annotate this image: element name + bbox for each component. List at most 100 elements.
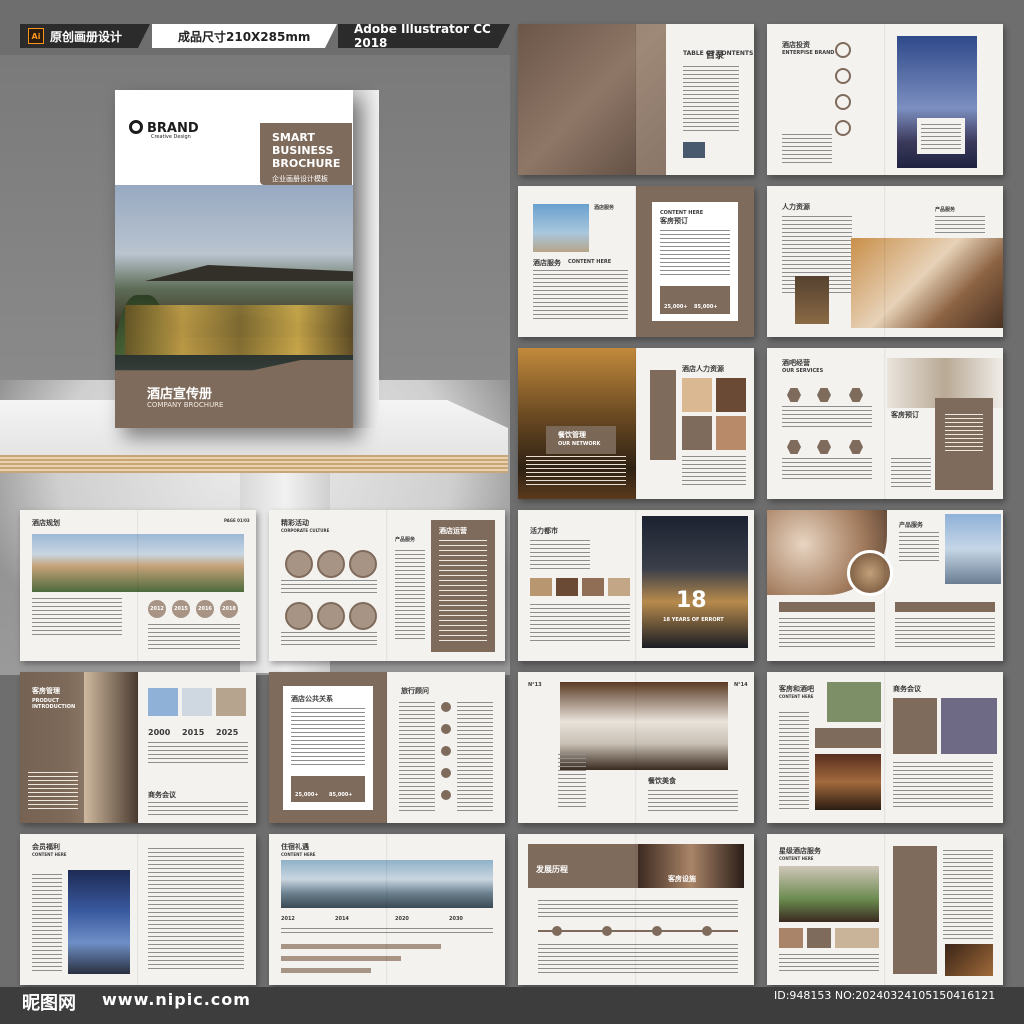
spread-dining: 餐饮管理 OUR NETWORK 酒店人力资源 [518,348,754,499]
product-text-3 [895,618,995,648]
events-title: 精彩活动 [281,519,309,527]
spread-vitality: 活力都市 18 18 YEARS OF ERRORT [518,510,754,661]
page-n14: N°14 [734,682,748,688]
toc-strip [636,24,666,175]
res-bar-1 [281,944,441,949]
hr-photo-4 [716,416,746,450]
spread-pr: 酒店公共关系 25,000+ 85,000+ 旅行顾问 [269,672,505,823]
events-product: 产品服务 [395,537,416,543]
vitality-title: 活力都市 [530,527,558,535]
hr-photo-1 [682,378,712,412]
event-circle-5 [317,602,345,630]
travel-title: 旅行顾问 [401,687,429,695]
dubai-photo [533,204,589,252]
spread-history: 发展历程 客房设施 [518,834,754,985]
travel-dot-4 [441,768,451,778]
service-hex-5 [817,440,831,454]
bar-list [891,458,931,488]
guest-photo-2 [182,688,212,716]
cover-title-line2: BUSINESS [272,144,334,157]
service-text [533,270,628,322]
meeting-title: 商务会议 [148,791,176,799]
header-tag-original: Ai 原创画册设计 [20,24,150,48]
star-title: 星级酒店服务 [779,847,821,855]
spread-invest: 酒店投资 ENTERPISE BRAND [767,24,1003,175]
timeline-dot-4 [702,926,712,936]
service-hex-3 [849,388,863,402]
spread-member: 会员福利 CONTENT HERE [20,834,256,985]
star-text [779,954,879,974]
year-3: 2016 [198,606,212,612]
spread-mall: 客房和酒吧 CONTENT HERE 商务会议 [767,672,1003,823]
skyline-photo [281,860,493,908]
booking-text [660,230,730,276]
event-circle-3 [349,550,377,578]
hr-text2 [935,216,985,234]
member-en: CONTENT HERE [32,852,67,857]
product-title: 产品服务 [899,522,924,529]
bedroom-photo [851,238,1003,328]
guest-en: PRODUCT INTRODUCTION [32,698,76,710]
product-bar-2 [895,602,995,612]
hr-title: 人力资源 [782,203,810,211]
service-en: CONTENT HERE [568,259,612,265]
hr-photo-3 [682,416,712,450]
service-hex-2 [817,388,831,402]
hr-photo [795,276,829,324]
travel-text-right [457,702,493,812]
brochure-cover: BRAND Creative Design SMART BUSINESS BRO… [115,90,353,428]
event-circle-4 [285,602,313,630]
lit-windows [125,305,353,355]
star-photo-2 [807,928,831,948]
service-title: 酒店服务 [533,259,561,267]
building-photo [642,516,748,648]
spread-plan: 酒店规划 PAGE 01/03 2012 2015 2016 2018 [20,510,256,661]
star-side-text [943,850,993,940]
vitality-text-2 [530,604,630,644]
invest-circle-4 [835,120,851,136]
event-circle-1 [285,550,313,578]
travel-dot-2 [441,724,451,734]
spread-residence: 住宿礼遇 CONTENT HERE 2012 2014 2020 2030 [269,834,505,985]
stat-1: 25,000+ [664,304,688,310]
roof-lower [145,265,353,281]
tower-photo [945,514,1001,584]
spa-circle-photo [847,550,893,596]
table-edge [0,455,508,473]
spread-bar: 酒吧经营 OUR SERVICES 客房预订 [767,348,1003,499]
hr-photo-2 [716,378,746,412]
hr-hotel-text [682,456,746,486]
service-hex-6 [849,440,863,454]
timeline-text-bottom [538,944,738,974]
pr-stats [291,776,365,802]
dining-en: OUR NETWORK [558,441,601,447]
res-years-text [281,928,493,936]
year-2: 2015 [174,606,188,612]
res-year-3: 2020 [395,916,409,922]
invest-en: ENTERPISE BRAND [782,50,835,56]
mall-title: 客房和酒吧 [779,685,814,693]
product-text [899,532,939,562]
guest-photo-1 [148,688,178,716]
plan-page-no: PAGE 01/03 [224,518,250,523]
dining-strip [650,370,676,460]
events-en: CORPORATE CULTURE [281,528,330,533]
operation-text [439,540,487,644]
res-bar-3 [281,968,371,973]
years-number: 18 [676,588,707,613]
invest-title: 酒店投资 [782,41,810,49]
candle-photo [945,944,993,976]
service-hex-4 [787,440,801,454]
plan-text [32,598,122,638]
watermark-url[interactable]: www.nipic.com [102,990,251,1009]
plan-title: 酒店规划 [32,519,60,527]
events-list [395,550,425,640]
product-text-2 [779,618,875,648]
pr-stat-2: 85,000+ [329,792,353,798]
year-1: 2012 [150,606,164,612]
image-id: ID:948153 NO:20240324105150416121 [774,989,996,1002]
events-text-1 [281,580,377,594]
catering-text [648,790,738,812]
guest-years-text [148,742,248,764]
toc-title: 目录 [706,51,725,61]
